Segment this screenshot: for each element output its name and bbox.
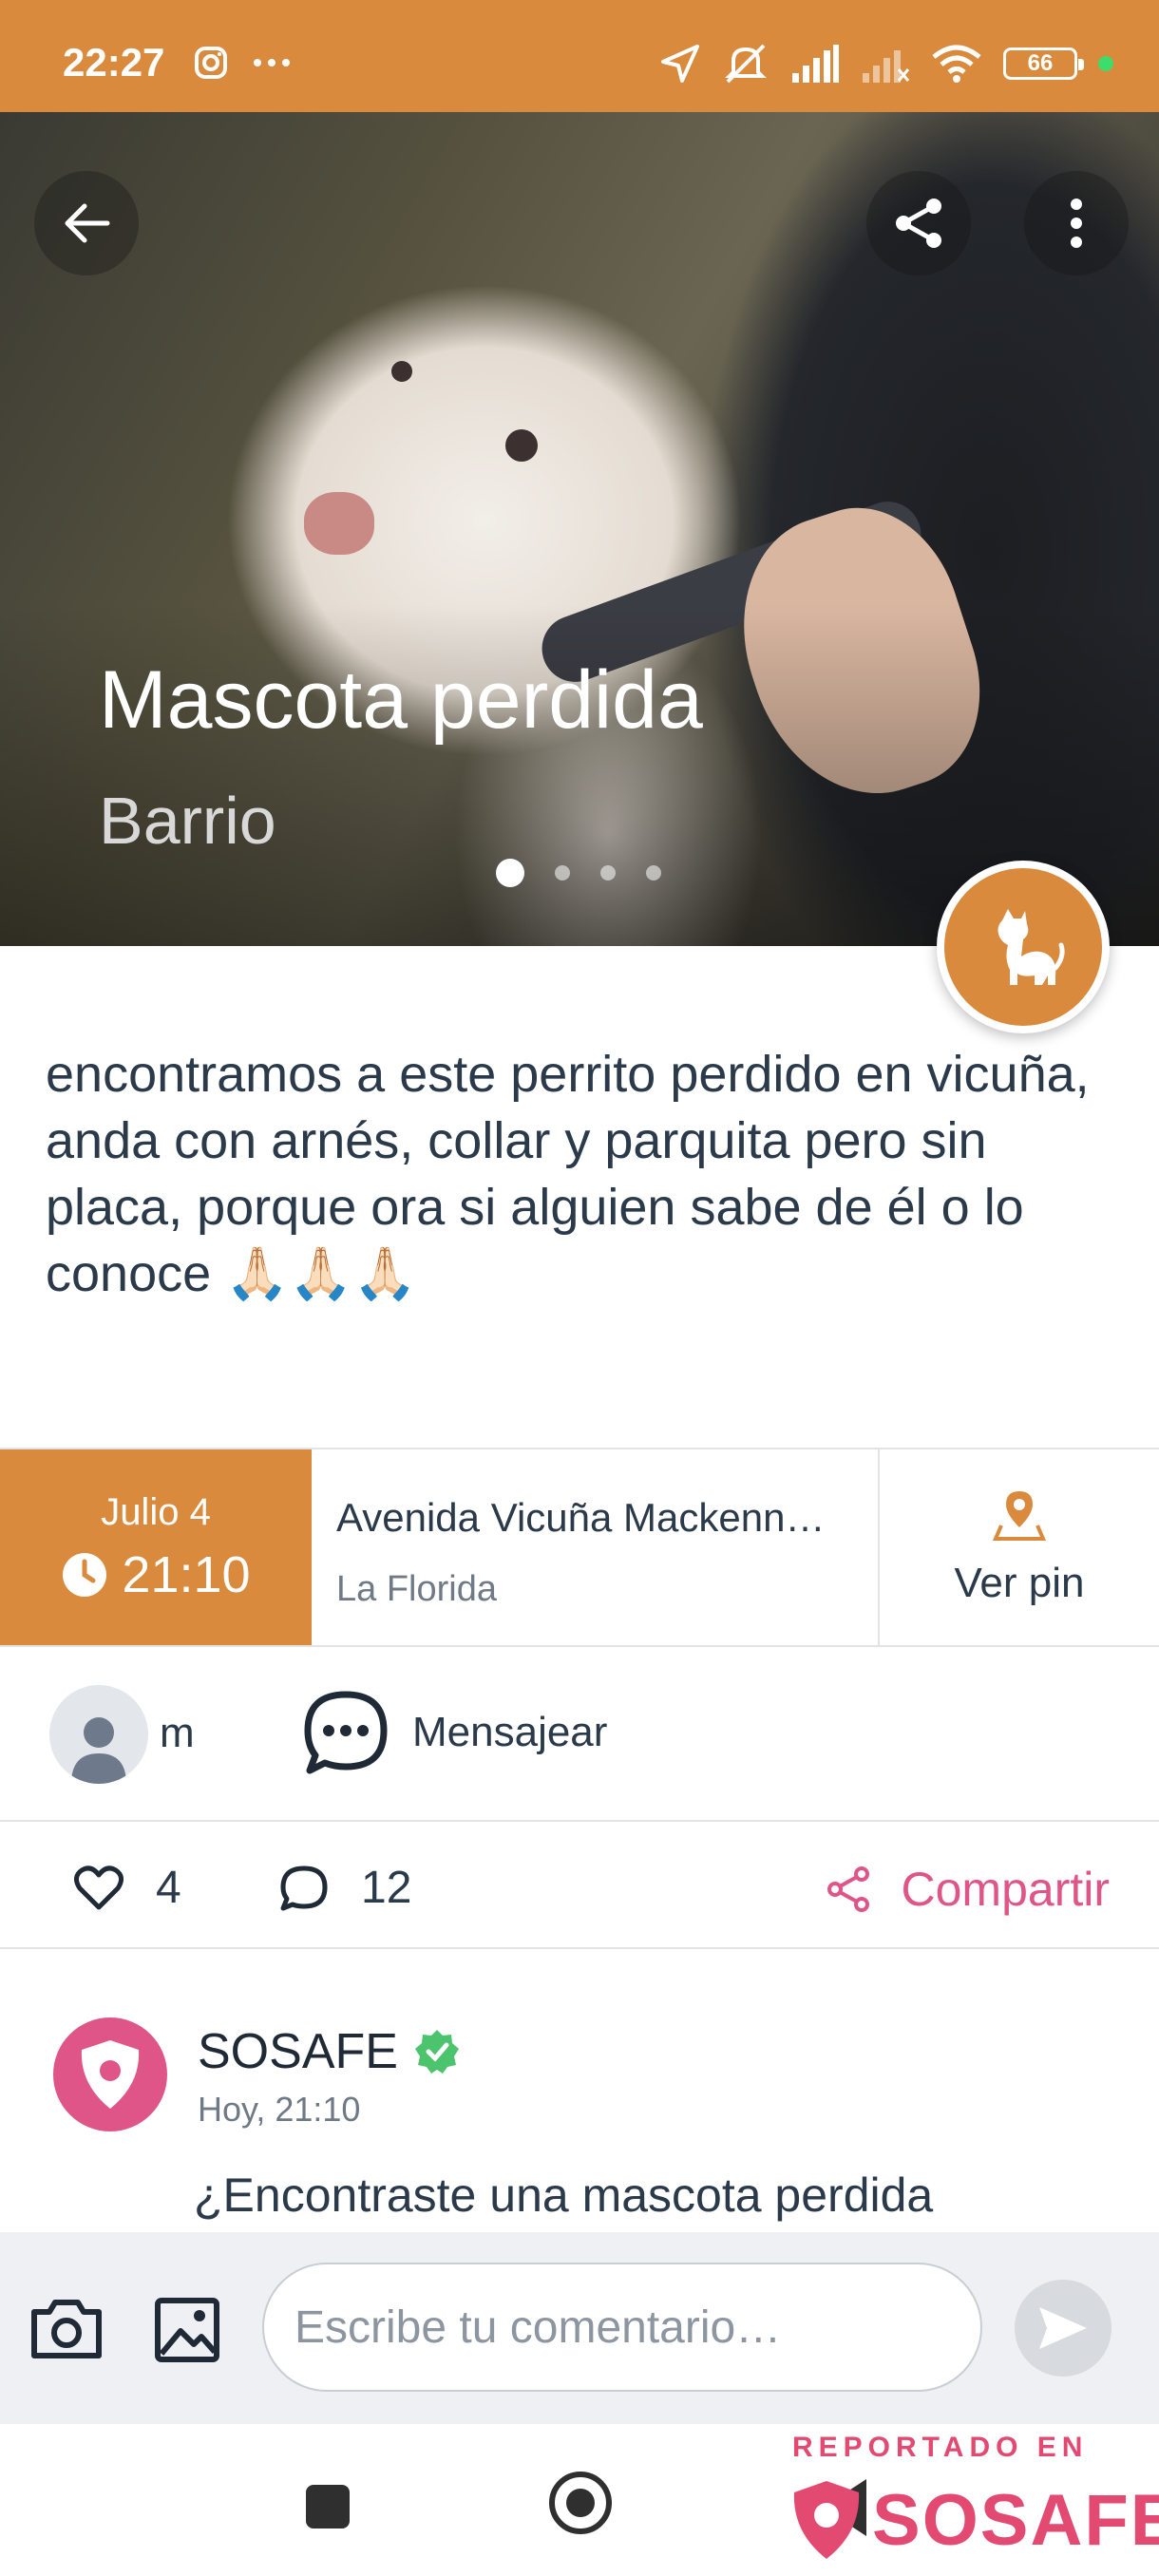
comment-author-avatar[interactable] [53, 2017, 167, 2131]
more-vertical-icon [1071, 199, 1082, 248]
author-name[interactable]: m [160, 1710, 195, 1757]
carousel-dot[interactable] [646, 865, 661, 881]
send-button[interactable] [1015, 2280, 1112, 2377]
actions-row: 4 12 Compartir [0, 1824, 1159, 1949]
sosafe-logo-icon [81, 2040, 140, 2109]
comment-author-name: SOSAFE [198, 2024, 398, 2079]
camera-icon [31, 2300, 102, 2358]
share-icon [896, 199, 941, 248]
comment-text: ¿Encontraste una mascota perdida [194, 2169, 934, 2222]
location-arrow-icon [661, 45, 699, 83]
view-pin-label: Ver pin [954, 1560, 1085, 1606]
sosafe-watermark: REPORTADO EN SOSAFE [788, 2432, 1159, 2574]
status-time: 22:27 [63, 40, 165, 85]
carousel-dots [496, 859, 661, 887]
home-button[interactable] [549, 2472, 612, 2534]
message-label: Mensajear [412, 1709, 608, 1755]
comment-composer [0, 2232, 1159, 2424]
report-title: Mascota perdida [99, 654, 703, 746]
report-address[interactable]: Avenida Vicuña Mackenn… La Florida [312, 1449, 880, 1645]
gallery-button[interactable] [154, 2297, 220, 2368]
back-button[interactable] [34, 171, 139, 275]
author-row: m Mensajear [0, 1649, 1159, 1822]
report-time-row: 21:10 [61, 1545, 251, 1604]
more-dots-icon [254, 59, 290, 66]
image-icon [155, 2298, 219, 2362]
signal-icon-2 [863, 50, 910, 83]
heart-icon [74, 1865, 124, 1909]
report-time: 21:10 [122, 1545, 251, 1603]
recents-button[interactable] [306, 2485, 350, 2529]
like-count: 4 [156, 1863, 181, 1913]
camera-button[interactable] [28, 2297, 104, 2366]
report-date: Julio 4 [101, 1490, 211, 1533]
comment-icon [280, 1866, 328, 1910]
like-button[interactable]: 4 [74, 1862, 181, 1914]
address-street: Avenida Vicuña Mackenn… [336, 1495, 826, 1540]
photo-dog-eye [391, 361, 412, 382]
instagram-icon [195, 47, 227, 79]
status-notification-icons [194, 46, 291, 80]
carousel-dot-active[interactable] [496, 859, 524, 887]
report-subtitle: Barrio [99, 784, 276, 858]
comment-author: SOSAFE [198, 2023, 461, 2080]
report-datetime: Julio 4 21:10 [0, 1449, 312, 1645]
photo-dog-eye [505, 429, 538, 462]
share-icon [826, 1866, 869, 1912]
view-pin-button[interactable]: Ver pin [880, 1449, 1159, 1645]
send-icon [1039, 2307, 1087, 2349]
comment-time: Hoy, 21:10 [198, 2090, 361, 2129]
photo-dog-nose [304, 492, 374, 555]
status-bar: 22:27 66 [0, 0, 1159, 112]
address-commune: La Florida [336, 1569, 497, 1609]
watermark-brand: SOSAFE [872, 2479, 1159, 2561]
status-system-icons: 66 [659, 42, 1113, 85]
sosafe-shield-icon [793, 2481, 860, 2559]
user-icon [71, 1717, 126, 1784]
clock-icon [63, 1552, 107, 1597]
signal-icon [792, 45, 839, 83]
bell-off-icon [725, 44, 767, 84]
report-info-row: Julio 4 21:10 Avenida Vicuña Mackenn… La… [0, 1448, 1159, 1647]
home-dot [566, 2489, 595, 2517]
pet-photo-carousel[interactable]: Mascota perdida Barrio [0, 112, 1159, 946]
comment-input[interactable] [262, 2263, 982, 2392]
comments-button[interactable]: 12 [279, 1862, 411, 1914]
share-top-button[interactable] [866, 171, 971, 275]
watermark-logo: SOSAFE [788, 2477, 1159, 2563]
message-button[interactable]: Mensajear [300, 1687, 607, 1778]
privacy-indicator-dot [1098, 56, 1113, 71]
pet-category-badge [937, 861, 1110, 1033]
arrow-left-icon [65, 203, 110, 243]
map-pin-icon [992, 1491, 1047, 1541]
author-avatar[interactable] [49, 1685, 148, 1784]
carousel-dot[interactable] [600, 865, 616, 881]
verified-badge-icon [414, 2030, 459, 2074]
chat-bubble-icon [304, 1691, 388, 1774]
report-description: encontramos a este perrito perdido en vi… [46, 1046, 1090, 1302]
more-options-button[interactable] [1024, 171, 1129, 275]
share-button[interactable]: Compartir [826, 1862, 1110, 1917]
dog-icon [998, 909, 1065, 985]
comment-count: 12 [361, 1863, 412, 1913]
battery-icon: 66 [1003, 47, 1084, 80]
wifi-icon [932, 45, 981, 83]
watermark-caption: REPORTADO EN [792, 2432, 1089, 2463]
carousel-dot[interactable] [555, 865, 570, 881]
share-label: Compartir [901, 1863, 1110, 1916]
